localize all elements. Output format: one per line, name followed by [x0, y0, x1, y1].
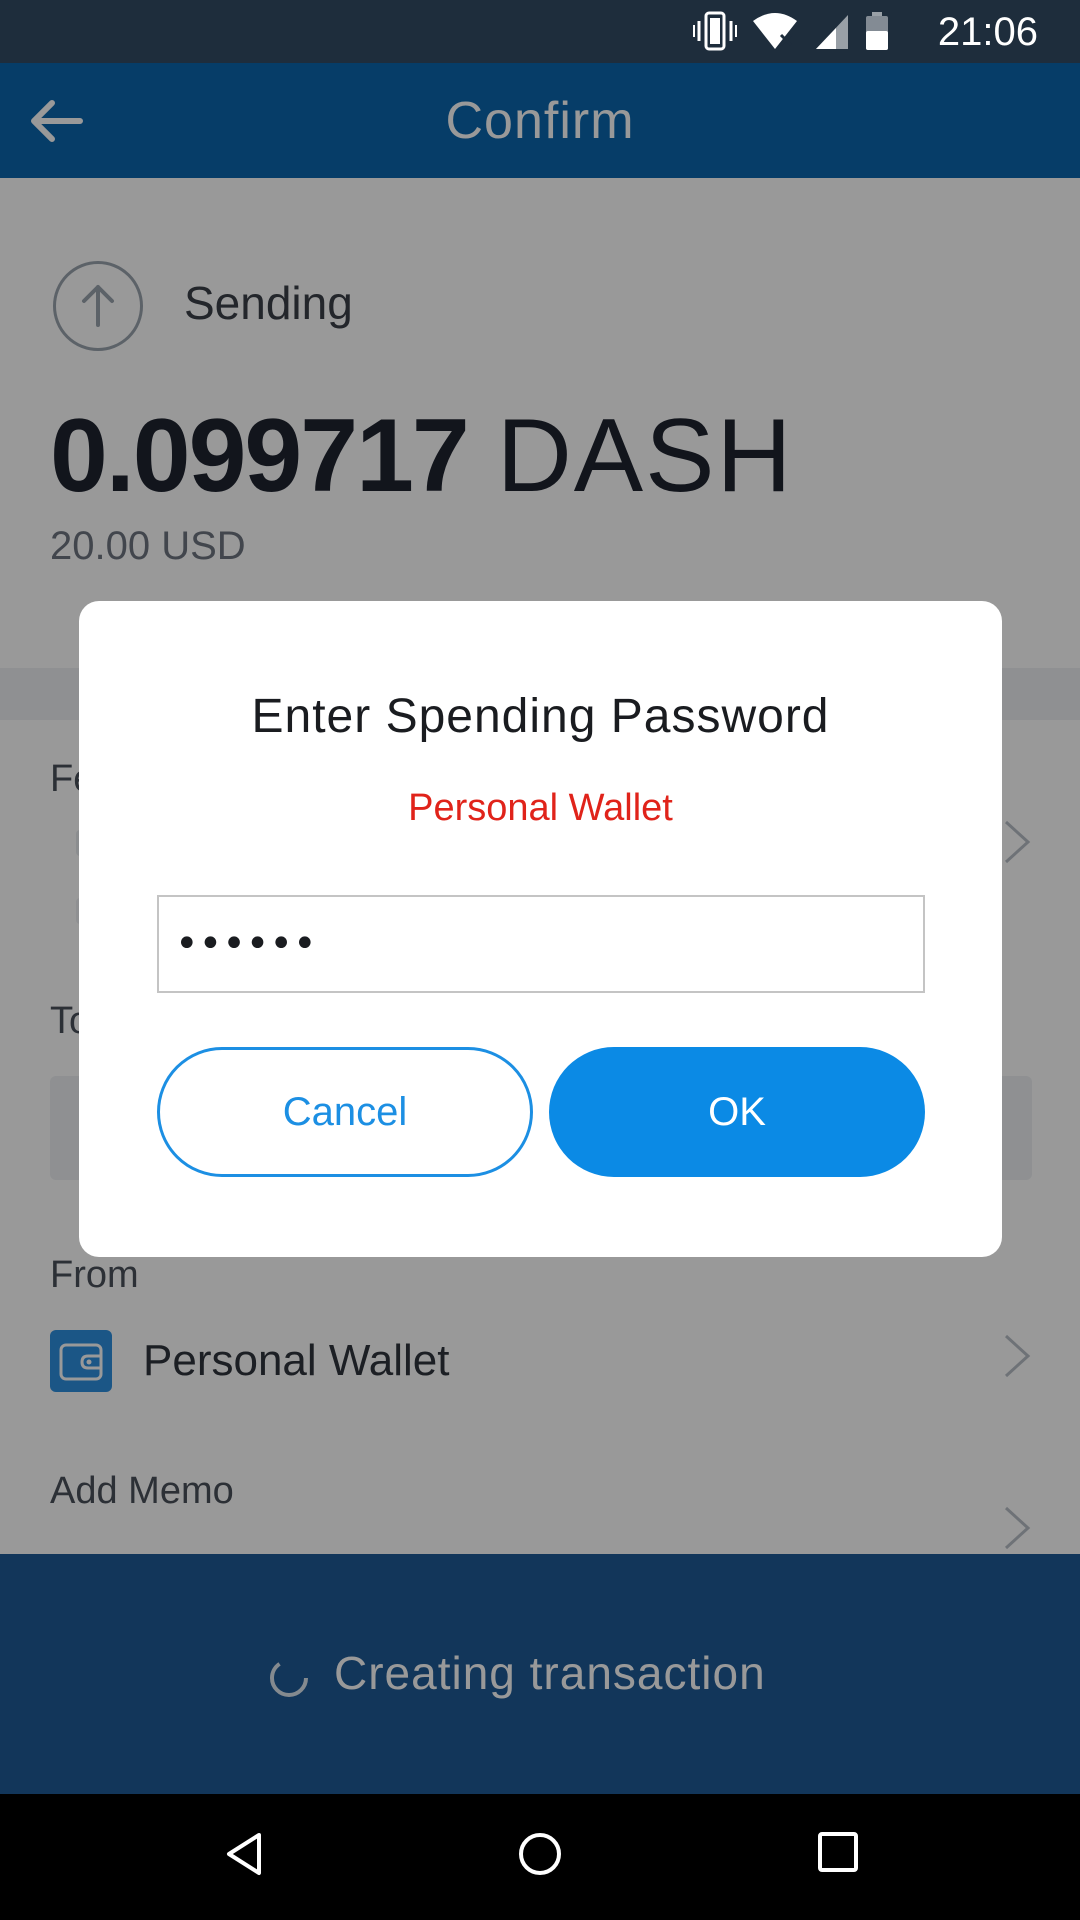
vibrate-icon	[692, 11, 737, 51]
battery-icon	[866, 12, 888, 50]
status-icons	[683, 11, 890, 51]
cell-signal-icon	[815, 15, 848, 49]
nav-back-icon[interactable]	[219, 1829, 269, 1879]
dialog-wallet-name: Personal Wallet	[408, 787, 673, 829]
wifi-icon	[753, 13, 798, 49]
password-input[interactable]	[157, 895, 925, 993]
cancel-button[interactable]: Cancel	[157, 1047, 533, 1177]
nav-home-icon[interactable]	[515, 1829, 565, 1879]
system-nav-bar	[0, 1794, 1080, 1920]
status-bar: 21:06	[0, 0, 1080, 63]
nav-recents-icon[interactable]	[815, 1829, 861, 1875]
status-time: 21:06	[937, 10, 1038, 54]
dialog-title: Enter Spending Password	[251, 690, 830, 743]
password-dialog: Enter Spending Password Personal Wallet …	[79, 601, 1002, 1257]
ok-button[interactable]: OK	[549, 1047, 925, 1177]
